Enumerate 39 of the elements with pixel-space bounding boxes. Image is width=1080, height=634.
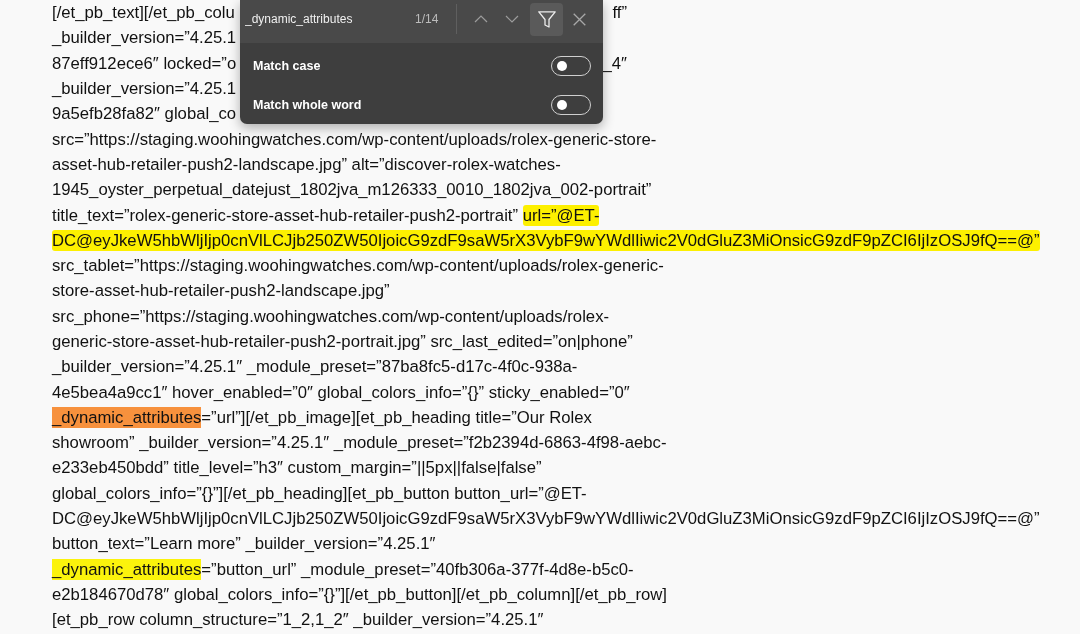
code-text: src_phone=”https://staging.woohingwatches.com/wp-content/uploads/rolex-: [52, 305, 610, 327]
option-label: Match case: [253, 58, 321, 73]
code-text: 87eff912ece6″ locked=”o: [52, 52, 237, 74]
code-text: store-asset-hub-retailer-push2-landscape.jpg”: [52, 280, 390, 302]
code-text: [et_pb_row column_structure=”1_2,1_2″ _builder_version=”4.25.1″: [52, 609, 544, 631]
code-text: e2b184670d78″ global_colors_info=”{}”][/et_pb_button][/et_pb_column][/et_pb_row]: [52, 583, 667, 605]
code-text: _builder_version=”4.25.1″ _module_preset=”87ba8fc5-d17c-4f0c-938a-: [52, 356, 578, 378]
close-icon: [572, 12, 586, 26]
code-text: DC@eyJkeW5hbWljIjp0cnVlLCJjb250ZW50IjoicG9zdF9saW5rX3VybF9wYWdlIiwic2V0dGluZ3MiOnsicG9zdF9pZCI6IjIzOSJ9fQ==@”: [52, 508, 1040, 530]
code-text: showroom” _builder_version=”4.25.1″ _module_preset=”f2b2394d-6863-4f98-aebc-: [52, 432, 667, 454]
current-search-match: _dynamic_attributes: [52, 406, 202, 428]
code-text: e233eb450bdd” title_level=”h3″ custom_margin=”||5px||false|false”: [52, 457, 542, 479]
funnel-icon: [537, 10, 556, 28]
code-text: ff”: [612, 2, 627, 24]
highlighted-text: url=”@ET-: [522, 204, 600, 226]
search-field[interactable]: _dynamic_attributes: [245, 10, 410, 28]
code-text: _builder_version=”4.25.1: [52, 27, 237, 49]
code-text: global_colors_info=”{}”][/et_pb_heading][et_pb_button button_url=”@ET-: [52, 482, 587, 504]
match-count: 1/14: [415, 12, 439, 26]
code-text: 1945_oyster_perpetual_datejust_1802jva_m126333_0010_1802jva_002-portrait”: [52, 179, 652, 201]
code-text: asset-hub-retailer-push2-landscape.jpg” alt=”discover-rolex-watches-: [52, 153, 561, 175]
code-text: src_tablet=”https://staging.woohingwatches.com/wp-content/uploads/rolex-generic-: [52, 255, 664, 277]
code-text: 4e5bea4a9cc1″ hover_enabled=”0″ global_colors_info=”{}” sticky_enabled=”0″: [52, 381, 630, 403]
code-text: =”button_url” _module_preset=”40fb306a-377f-4d8e-b5c0-: [201, 558, 634, 580]
code-text: generic-store-asset-hub-retailer-push2-portrait.jpg” src_last_edited=”on|phone”: [52, 331, 633, 352]
code-text: title_text=”rolex-generic-store-asset-hub-retailer-push2-portrait”: [52, 204, 520, 226]
chevron-down-icon: [505, 15, 520, 23]
option-label: Match whole word: [253, 97, 362, 112]
search-match: _dynamic_attributes: [52, 558, 202, 580]
code-text: _4″: [602, 52, 627, 74]
highlighted-text: DC@eyJkeW5hbWljIjp0cnVlLCJjb250ZW50IjoicG9zdF9saW5rX3VybF9wYWdlIiwic2V0dGluZ3MiOnsicG9zdF9pZCI6IjIzOSJ9fQ==@”: [52, 229, 1040, 251]
filter-button[interactable]: [530, 2, 564, 36]
code-text: _builder_version=”4.25.1: [52, 78, 237, 100]
code-text: 9a5efb28fa82″ global_co: [52, 103, 237, 125]
code-text: button_text=”Learn more” _builder_version=”4.25.1″: [52, 533, 436, 555]
code-text: [/et_pb_text][/et_pb_colu: [52, 2, 235, 24]
code-text: =”url”][/et_pb_image][et_pb_heading title=”Our Rolex: [201, 406, 592, 428]
chevron-up-icon: [474, 15, 489, 23]
code-text: src=”https://staging.woohingwatches.com/wp-content/uploads/rolex-generic-store-: [52, 128, 657, 150]
